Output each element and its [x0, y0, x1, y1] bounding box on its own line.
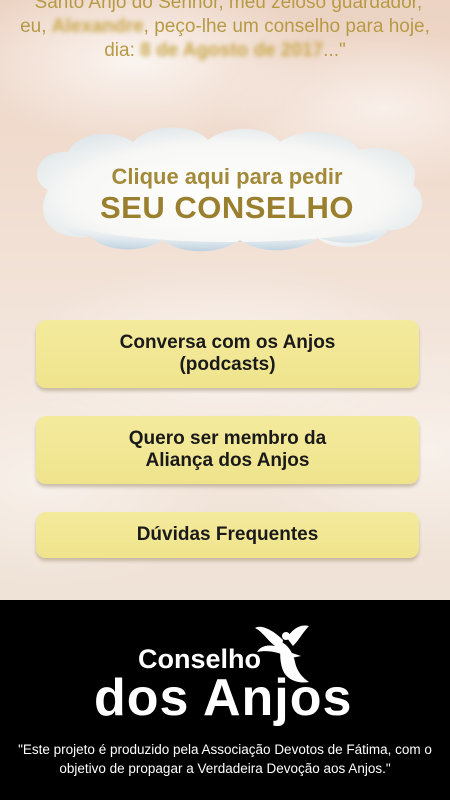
become-member-button[interactable]: Quero ser membro da Aliança dos Anjos [36, 416, 419, 484]
user-name: Alexandre [51, 16, 144, 37]
member-button-line2: Aliança dos Anjos [145, 450, 310, 471]
footer: Conselho dos Anjos "Este projeto é produ… [0, 600, 450, 800]
podcasts-button-line2: (podcasts) [179, 354, 276, 375]
cloud-line2: SEU CONSELHO [99, 190, 355, 225]
podcasts-button-line1: Conversa com os Anjos [119, 332, 336, 353]
cloud-line1: Clique aqui para pedir [111, 164, 343, 189]
footer-note: "Este projeto é produzido pela Associaçã… [18, 742, 432, 776]
ask-advice-cloud-button[interactable]: Clique aqui para pedir SEU CONSELHO [18, 120, 436, 260]
prayer-text: "Santo Anjo do Senhor, meu zeloso guarda… [20, 0, 430, 63]
prayer-ending: ..." [323, 40, 346, 61]
faq-button[interactable]: Dúvidas Frequentes [36, 512, 419, 558]
faq-button-label: Dúvidas Frequentes [136, 524, 319, 545]
conselho-dos-anjos-logo: Conselho dos Anjos [90, 622, 370, 732]
member-button-line1: Quero ser membro da [128, 428, 327, 449]
prayer-date: 8 de Agosto de 2017 [140, 40, 324, 61]
podcasts-button[interactable]: Conversa com os Anjos (podcasts) [36, 320, 419, 388]
sky-background [0, 0, 450, 600]
logo-word-dos-anjos: dos Anjos [94, 669, 353, 727]
